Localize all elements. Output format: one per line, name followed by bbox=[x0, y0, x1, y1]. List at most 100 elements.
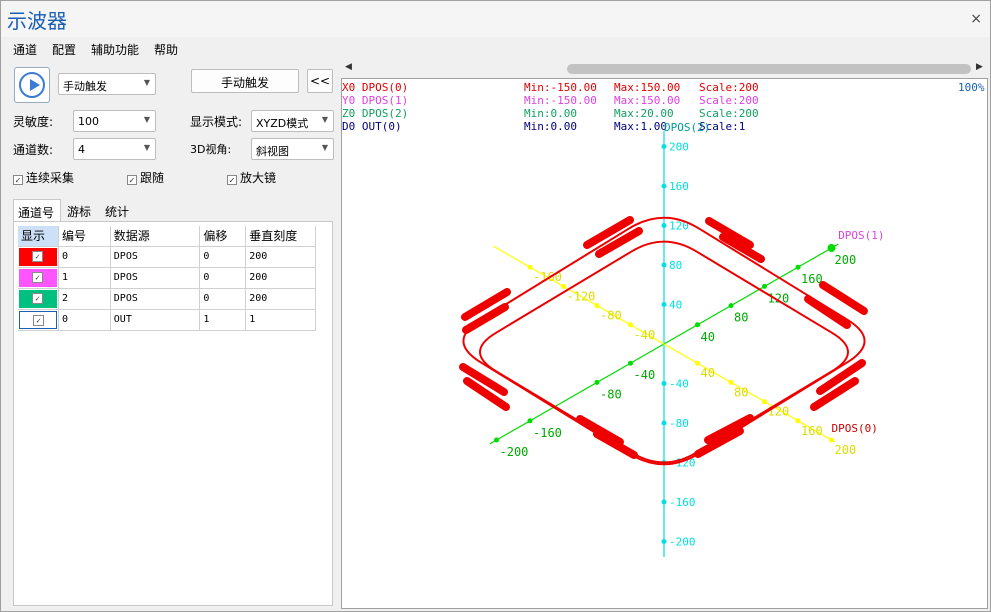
chevron-down-icon: ▼ bbox=[321, 115, 328, 124]
y-tick-label: 200 bbox=[835, 253, 857, 267]
checkmark-icon: ✓ bbox=[32, 271, 43, 283]
table-row[interactable]: ✓ 0 DPOS 0 200 bbox=[18, 246, 316, 268]
col-offset[interactable]: 偏移 bbox=[199, 226, 247, 247]
x-tick-label: 160 bbox=[801, 424, 823, 438]
z-tick-label: 40 bbox=[669, 299, 682, 312]
zoom-level: 100% bbox=[958, 81, 985, 94]
continuous-checkbox[interactable]: ✓ 连续采集 bbox=[13, 169, 74, 186]
channel-color-swatch[interactable]: ✓ bbox=[18, 309, 59, 331]
scroll-left-icon[interactable]: ◀ bbox=[345, 62, 352, 72]
x-tick-label: 200 bbox=[835, 443, 857, 457]
view3d-select[interactable]: 斜视图 ▼ bbox=[251, 138, 334, 160]
col-source[interactable]: 数据源 bbox=[110, 226, 201, 247]
channels-label: 通道数: bbox=[13, 143, 54, 157]
y-tick-dot bbox=[728, 303, 734, 309]
cell-vscale: 200 bbox=[245, 288, 316, 310]
channels-select[interactable]: 4 ▼ bbox=[73, 138, 156, 160]
tab-cursor[interactable]: 游标 bbox=[63, 199, 99, 221]
z-tick-label: -40 bbox=[669, 378, 689, 391]
start-button[interactable] bbox=[14, 67, 50, 103]
cell-vscale: 1 bbox=[245, 309, 316, 331]
y-tick-dot bbox=[628, 360, 633, 366]
trigger-mode-value: 手动触发 bbox=[63, 80, 107, 93]
cell-offset: 1 bbox=[199, 309, 247, 331]
trigger-mode-select[interactable]: 手动触发 ▼ bbox=[58, 73, 156, 95]
scrollbar-thumb[interactable] bbox=[567, 64, 971, 74]
close-icon[interactable]: × bbox=[970, 11, 982, 27]
channel-info-name: Z0 DPOS(2) bbox=[342, 107, 408, 120]
control-panel: 手动触发 ▼ 手动触发 << 灵敏度: 100 ▼ 显示模式: XYZD模式 ▼… bbox=[1, 61, 339, 611]
x-tick-label: -80 bbox=[600, 309, 622, 323]
tab-channels[interactable]: 通道号 bbox=[13, 199, 61, 221]
col-id[interactable]: 编号 bbox=[58, 226, 111, 247]
y-tick-label: 80 bbox=[734, 311, 748, 325]
y-tick-label: 40 bbox=[701, 330, 715, 344]
checkmark-icon: ✓ bbox=[32, 250, 43, 262]
cell-id: 0 bbox=[58, 246, 111, 268]
channel-info-min: Min:-150.00 bbox=[524, 81, 597, 94]
x-tick-dot bbox=[829, 437, 834, 443]
x-tick-dot bbox=[762, 399, 767, 405]
z-axis-label: DPOS(2) bbox=[664, 121, 710, 134]
y-tick-label: 120 bbox=[768, 291, 790, 305]
manual-trigger-button[interactable]: 手动触发 bbox=[191, 69, 299, 93]
sensitivity-label: 灵敏度: bbox=[13, 115, 54, 129]
channel-color-swatch[interactable]: ✓ bbox=[18, 267, 59, 289]
x-tick-label: 40 bbox=[701, 366, 715, 380]
cell-offset: 0 bbox=[199, 288, 247, 310]
scroll-right-icon[interactable]: ▶ bbox=[976, 62, 983, 72]
menu-tools[interactable]: 辅助功能 bbox=[91, 41, 139, 58]
channel-color-swatch[interactable]: ✓ bbox=[18, 288, 59, 310]
y-axis-end-dot bbox=[827, 244, 836, 252]
oscilloscope-window: 示波器 × 通道 配置 辅助功能 帮助 手动触发 ▼ 手动触发 << 灵敏度: … bbox=[0, 0, 991, 612]
tab-statistics[interactable]: 统计 bbox=[101, 199, 137, 221]
x-tick-dot bbox=[628, 322, 633, 328]
plot-canvas[interactable]: X0 DPOS(0) Min:-150.00 Max:150.00 Scale:200… bbox=[341, 78, 988, 609]
cell-offset: 0 bbox=[199, 267, 247, 289]
horizontal-scrollbar[interactable]: ◀ ▶ bbox=[341, 61, 988, 77]
y-tick-dot bbox=[494, 437, 499, 443]
channel-info-min: Min:-150.00 bbox=[524, 94, 597, 107]
sensitivity-select[interactable]: 100 ▼ bbox=[73, 110, 156, 132]
checkmark-icon: ✓ bbox=[33, 314, 44, 326]
channel-info-max: Max:150.00 bbox=[614, 81, 680, 94]
cell-source: DPOS bbox=[110, 267, 201, 289]
collapse-panel-button[interactable]: << bbox=[307, 69, 333, 93]
checkmark-icon: ✓ bbox=[32, 292, 43, 304]
magnifier-checkbox[interactable]: ✓ 放大镜 bbox=[227, 169, 276, 186]
channel-color-swatch[interactable]: ✓ bbox=[18, 246, 59, 268]
table-row[interactable]: ✓ 1 DPOS 0 200 bbox=[18, 267, 316, 289]
table-row[interactable]: ✓ 0 OUT 1 1 bbox=[18, 309, 316, 331]
z-tick-label: 80 bbox=[669, 259, 682, 272]
col-show[interactable]: 显示 bbox=[18, 226, 59, 247]
z-tick-dot bbox=[661, 499, 667, 505]
y-tick-label: -200 bbox=[500, 445, 529, 459]
z-tick-dot bbox=[661, 183, 667, 189]
cell-id: 1 bbox=[58, 267, 111, 289]
magnifier-label: 放大镜 bbox=[240, 171, 277, 185]
menu-config[interactable]: 配置 bbox=[52, 41, 76, 58]
z-tick-dot bbox=[661, 420, 667, 426]
channel-info-name: X0 DPOS(0) bbox=[342, 81, 408, 94]
table-row[interactable]: ✓ 2 DPOS 0 200 bbox=[18, 288, 316, 310]
x-tick-label: 80 bbox=[734, 385, 748, 399]
menu-help[interactable]: 帮助 bbox=[154, 41, 178, 58]
sensitivity-value: 100 bbox=[78, 115, 99, 128]
channel-info-name: D0 OUT(0) bbox=[342, 120, 402, 133]
display-mode-select[interactable]: XYZD模式 ▼ bbox=[251, 110, 334, 132]
cell-vscale: 200 bbox=[245, 267, 316, 289]
menu-bar: 通道 配置 辅助功能 帮助 bbox=[1, 38, 990, 60]
z-tick-dot bbox=[661, 302, 667, 307]
col-vscale[interactable]: 垂直刻度 bbox=[245, 226, 316, 247]
cell-id: 2 bbox=[58, 288, 111, 310]
x-axis-label: DPOS(0) bbox=[832, 422, 878, 435]
z-tick-label: 160 bbox=[669, 180, 689, 193]
x-tick-dot bbox=[561, 283, 566, 289]
channel-info-scale: Scale:200 bbox=[699, 107, 759, 120]
z-tick-label: -80 bbox=[669, 417, 689, 430]
y-tick-label: -160 bbox=[533, 426, 562, 440]
menu-channel[interactable]: 通道 bbox=[13, 41, 37, 58]
y-tick-dot bbox=[762, 283, 767, 289]
cell-source: DPOS bbox=[110, 288, 201, 310]
follow-checkbox[interactable]: ✓ 跟随 bbox=[127, 169, 164, 186]
